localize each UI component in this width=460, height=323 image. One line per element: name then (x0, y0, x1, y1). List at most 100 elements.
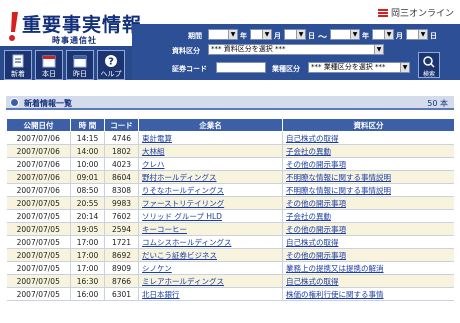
category-link[interactable]: 子会社の異動 (286, 212, 331, 221)
end-day-select[interactable]: ▼ (406, 29, 428, 40)
cell-category[interactable]: その他の開示事項 (282, 157, 454, 171)
table-body: 2007/07/06 14:15 4746 東計電算 自己株式の取得 2007/07/06… (6, 131, 454, 301)
company-link[interactable]: だいこう証券ビジネス (142, 251, 217, 260)
company-link[interactable]: 東計電算 (142, 134, 172, 143)
nav-today-button[interactable]: 本日 (35, 50, 63, 80)
cell-company[interactable]: ソリッド グループ HLD (138, 209, 283, 223)
table-row: 2007/07/06 08:50 8308 りそなホールディングス 不明瞭な情報に関する… (6, 183, 454, 197)
cell-category[interactable]: 自己株式の取得 (282, 274, 454, 288)
end-day-label: 日 (430, 32, 437, 40)
col-header-company[interactable]: 企業名 (138, 118, 283, 132)
company-link[interactable]: ソリッド グループ HLD (142, 212, 222, 221)
nav-yesterday-button[interactable]: 昨日 (66, 50, 94, 80)
table-row: 2007/07/05 17:00 8909 シノケン 業務上の提携又は提携の解消 (6, 261, 454, 275)
cell-category[interactable]: 業務上の提携又は提携の解消 (282, 261, 454, 275)
company-link[interactable]: 大林組 (142, 147, 165, 156)
table-row: 2007/07/05 17:00 1721 コムシスホールディングス 自己株式の取得 (6, 235, 454, 249)
chevron-down-icon: ▼ (418, 30, 427, 39)
cell-company[interactable]: キーコーヒー (138, 222, 283, 236)
securities-code-input[interactable] (216, 62, 266, 73)
company-link[interactable]: 北日本銀行 (142, 290, 180, 299)
start-day-label: 日 (308, 32, 315, 40)
cell-category[interactable]: その他の開示事項 (282, 248, 454, 262)
end-month-select[interactable]: ▼ (372, 29, 394, 40)
col-header-date[interactable]: 公開日付 (6, 118, 71, 132)
start-day-select[interactable]: ▼ (284, 29, 306, 40)
search-button[interactable]: 検索 (418, 52, 440, 78)
nav-new-button[interactable]: 新着 (4, 50, 32, 80)
cell-category[interactable]: その他の開示事項 (282, 196, 454, 210)
category-link[interactable]: その他の開示事項 (286, 251, 346, 260)
cell-category[interactable]: 子会社の異動 (282, 144, 454, 158)
company-link[interactable]: 野村ホールディングス (142, 173, 216, 182)
cell-company[interactable]: 野村ホールディングス (138, 170, 283, 184)
end-year-label: 年 (362, 32, 369, 40)
securities-code-label: 証券コード (172, 65, 207, 73)
col-header-category[interactable]: 資料区分 (282, 118, 454, 132)
start-month-select[interactable]: ▼ (250, 29, 272, 40)
cell-category[interactable]: 不明瞭な情報に関する事情説明 (282, 183, 454, 197)
cell-category[interactable]: 不明瞭な情報に関する事情説明 (282, 170, 454, 184)
brand-label[interactable]: 岡三オンライン (377, 6, 454, 19)
company-link[interactable]: ミレアホールディングス (142, 277, 224, 286)
category-label: 資料区分 (172, 47, 200, 55)
category-link[interactable]: 子会社の異動 (286, 147, 331, 156)
cell-company[interactable]: ミレアホールディングス (138, 274, 283, 288)
company-link[interactable]: ファーストリテイリング (142, 199, 224, 208)
new-doc-icon (12, 54, 24, 68)
cell-category[interactable]: 自己株式の取得 (282, 235, 454, 249)
chevron-down-icon: ▼ (400, 63, 409, 72)
category-link[interactable]: 自己株式の取得 (286, 277, 339, 286)
col-header-time[interactable]: 時 間 (70, 118, 105, 132)
cell-company[interactable]: シノケン (138, 261, 283, 275)
category-link[interactable]: その他の開示事項 (286, 199, 346, 208)
category-link[interactable]: 自己株式の取得 (286, 238, 339, 247)
industry-select[interactable]: *** 業種区分を選択 *** ▼ (308, 62, 410, 73)
cell-category[interactable]: その他の開示事項 (282, 222, 454, 236)
news-table: 公開日付 時 間 コード 企業名 資料区分 2007/07/06 14:15 474… (6, 118, 454, 301)
cell-company[interactable]: りそなホールディングス (138, 183, 283, 197)
category-link[interactable]: その他の開示事項 (286, 160, 346, 169)
cell-time: 19:05 (70, 222, 105, 236)
cell-code: 8766 (104, 274, 139, 288)
company-link[interactable]: りそなホールディングス (142, 186, 224, 195)
end-year-select[interactable]: ▼ (330, 29, 360, 40)
cell-company[interactable]: 大林組 (138, 144, 283, 158)
chevron-down-icon: ▼ (262, 30, 271, 39)
company-link[interactable]: クレハ (142, 160, 165, 169)
start-year-select[interactable]: ▼ (208, 29, 238, 40)
cell-code: 1802 (104, 144, 139, 158)
cell-company[interactable]: クレハ (138, 157, 283, 171)
cell-category[interactable]: 株価の権利行使に関する事情 (282, 287, 454, 301)
cell-company[interactable]: ファーストリテイリング (138, 196, 283, 210)
category-link[interactable]: 自己株式の取得 (286, 134, 339, 143)
category-link[interactable]: その他の開示事項 (286, 225, 346, 234)
cell-company[interactable]: だいこう証券ビジネス (138, 248, 283, 262)
category-link[interactable]: 不明瞭な情報に関する事情説明 (286, 173, 391, 182)
cell-time: 10:00 (70, 157, 105, 171)
cell-code: 8692 (104, 248, 139, 262)
col-header-code[interactable]: コード (104, 118, 139, 132)
category-link[interactable]: 業務上の提携又は提携の解消 (286, 264, 384, 273)
cell-code: 8308 (104, 183, 139, 197)
cell-company[interactable]: 北日本銀行 (138, 287, 283, 301)
category-link[interactable]: 株価の権利行使に関する事情 (286, 290, 384, 299)
cell-company[interactable]: コムシスホールディングス (138, 235, 283, 249)
company-link[interactable]: コムシスホールディングス (142, 238, 231, 247)
company-link[interactable]: キーコーヒー (142, 225, 187, 234)
cell-code: 8604 (104, 170, 139, 184)
cell-date: 2007/07/05 (6, 235, 71, 249)
news-table-container[interactable]: 公開日付 時 間 コード 企業名 資料区分 2007/07/06 14:15 474… (6, 118, 454, 323)
company-link[interactable]: シノケン (142, 264, 172, 273)
cell-category[interactable]: 子会社の異動 (282, 209, 454, 223)
cell-category[interactable]: 自己株式の取得 (282, 131, 454, 145)
cell-date: 2007/07/06 (6, 183, 71, 197)
cell-company[interactable]: 東計電算 (138, 131, 283, 145)
cell-code: 1721 (104, 235, 139, 249)
table-row: 2007/07/05 16:30 8766 ミレアホールディングス 自己株式の取得 (6, 274, 454, 288)
cell-code: 8909 (104, 261, 139, 275)
cell-time: 14:15 (70, 131, 105, 145)
category-select[interactable]: *** 資料区分を選択 *** ▼ (208, 44, 384, 55)
nav-help-button[interactable]: ? ヘルプ (97, 50, 125, 80)
category-link[interactable]: 不明瞭な情報に関する事情説明 (286, 186, 391, 195)
